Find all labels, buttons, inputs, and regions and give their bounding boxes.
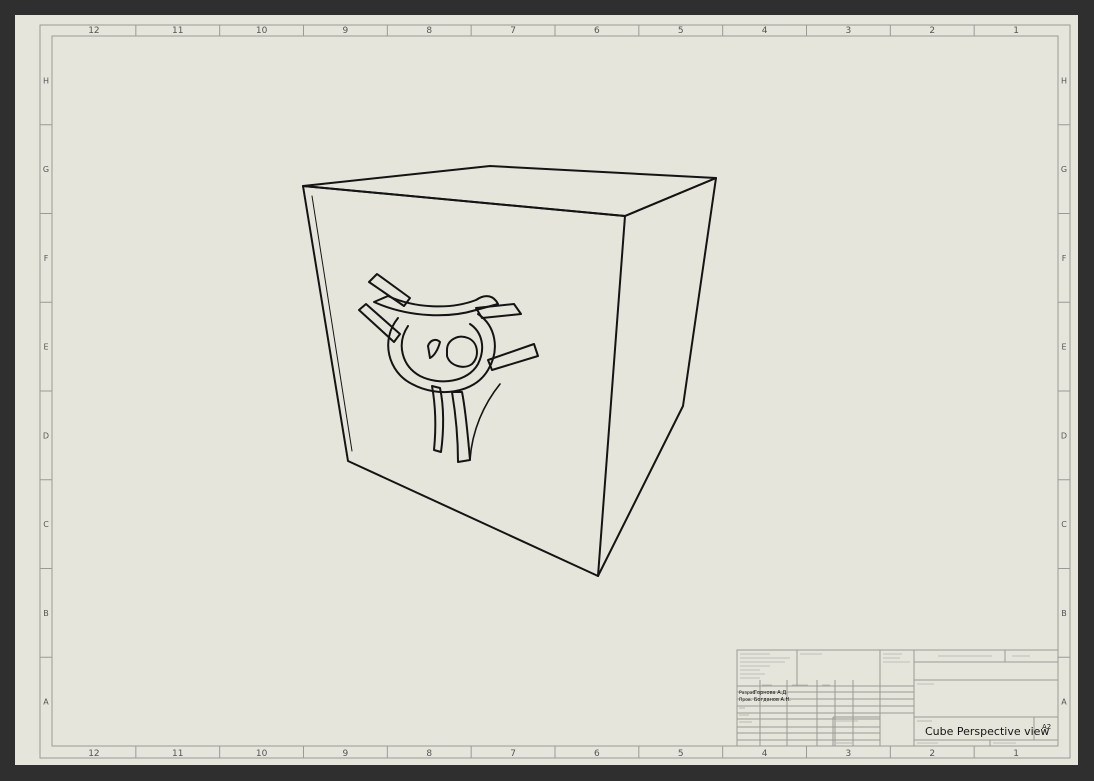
zone-column-label: 6 [594, 26, 600, 36]
zone-column-label: 1 [1013, 26, 1019, 36]
zone-column-label: 4 [762, 26, 768, 36]
zone-column-label: 3 [846, 749, 852, 759]
zone-row-label: B [43, 609, 49, 618]
zone-row-label: A [1061, 698, 1067, 707]
zone-column-label: 11 [172, 26, 183, 36]
zone-row-label: A [43, 698, 49, 707]
zone-column-label: 8 [426, 749, 432, 759]
zone-column-label: 7 [510, 749, 516, 759]
zone-column-label: 8 [426, 26, 432, 36]
zone-column-label: 12 [88, 749, 99, 759]
zone-column-label: 10 [256, 26, 268, 36]
zone-row-label: E [43, 343, 48, 352]
zone-column-label: 10 [256, 749, 268, 759]
zone-row-label: G [1061, 165, 1067, 174]
zone-column-label: 7 [510, 26, 516, 36]
zone-row-label: F [44, 254, 49, 263]
zone-column-label: 2 [929, 749, 935, 759]
zone-row-label: H [1061, 76, 1067, 85]
zone-row-label: H [43, 76, 49, 85]
zone-column-label: 3 [846, 26, 852, 36]
checked-by-label: Пров. [739, 697, 752, 703]
zone-column-label: 4 [762, 749, 768, 759]
sheet-paper [15, 15, 1078, 765]
zone-row-label: C [43, 520, 49, 529]
zone-row-label: F [1062, 254, 1067, 263]
zone-column-label: 5 [678, 749, 684, 759]
zone-row-label: D [43, 431, 49, 440]
zone-column-label: 9 [343, 26, 349, 36]
zone-row-label: D [1061, 431, 1067, 440]
zone-column-label: 6 [594, 749, 600, 759]
zone-column-label: 1 [1013, 749, 1019, 759]
zone-column-label: 5 [678, 26, 684, 36]
sheet-size: A2 [1042, 723, 1051, 731]
zone-row-label: B [1061, 609, 1067, 618]
zone-column-label: 9 [343, 749, 349, 759]
zone-row-label: C [1061, 520, 1067, 529]
zone-column-label: 2 [929, 26, 935, 36]
zone-row-label: G [43, 165, 49, 174]
zone-row-label: E [1061, 343, 1066, 352]
zone-column-label: 11 [172, 749, 183, 759]
zone-column-label: 12 [88, 26, 99, 36]
drawing-title: Cube Perspective view [925, 725, 1049, 738]
checked-by-name: Богданов А.Н. [754, 697, 791, 703]
drawn-by-name: Горнова А.Д. [754, 690, 788, 696]
drawing-sheet: 121211111010998877665544332211H HG GF FE ED D… [0, 0, 1094, 781]
